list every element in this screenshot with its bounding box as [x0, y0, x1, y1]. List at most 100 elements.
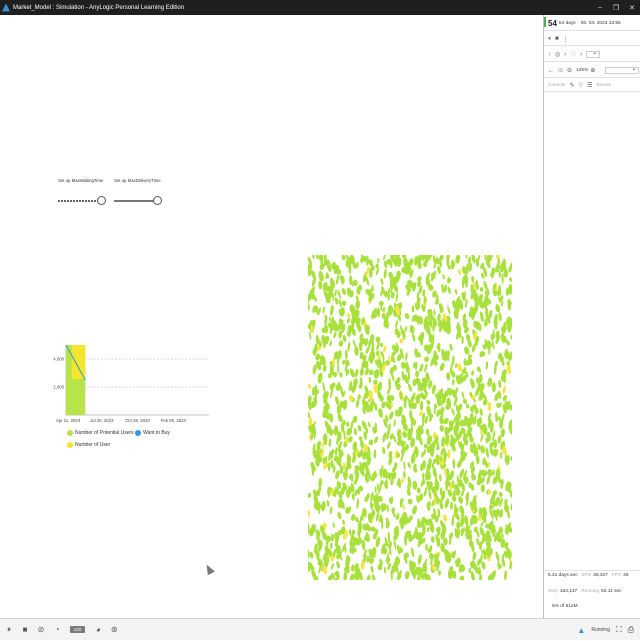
potential-user-agent [510, 334, 512, 341]
tab-events[interactable]: Events [596, 83, 611, 88]
potential-user-agent [341, 300, 347, 306]
run-until-icon[interactable]: ⊘ [34, 625, 48, 634]
slider-knob[interactable] [97, 196, 106, 205]
user-agent [308, 510, 311, 518]
potential-user-agent [393, 419, 396, 428]
potential-user-agent [338, 340, 344, 347]
potential-user-agent [504, 570, 507, 580]
potential-user-agent [481, 561, 486, 570]
user-agent [447, 449, 451, 459]
close-button[interactable]: ✕ [624, 4, 640, 12]
potential-user-agent [326, 500, 330, 507]
restore-button[interactable]: ❐ [608, 4, 624, 12]
potential-user-agent [381, 401, 386, 409]
potential-user-agent [378, 300, 384, 307]
filter-icon[interactable]: ⚲ [579, 82, 583, 89]
max-delivery-time-slider[interactable] [114, 196, 164, 206]
user-agent [308, 383, 312, 390]
performance-row: 5.21 days sec EPS 28,327 FPS 26 [544, 570, 640, 580]
potential-user-agent [419, 363, 424, 373]
pause-icon[interactable]: ⏸ [548, 36, 551, 43]
agent-selector[interactable] [586, 49, 601, 58]
chevron-right-icon[interactable]: › [564, 52, 566, 58]
potential-user-agent [384, 481, 388, 490]
zoom-out-icon[interactable]: ⊖ [567, 67, 572, 74]
grid-icon[interactable]: ⊞ [558, 67, 563, 74]
potential-user-agent [342, 399, 348, 411]
potential-user-agent [456, 521, 461, 529]
stop-icon[interactable]: ■ [18, 625, 32, 634]
potential-user-agent [465, 403, 470, 409]
potential-user-agent [311, 277, 317, 287]
potential-user-agent [337, 362, 340, 374]
screenshot-icon[interactable]: ⎙ [628, 625, 634, 635]
potential-user-agent [403, 461, 406, 471]
potential-user-agent [415, 302, 421, 311]
potential-user-agent [367, 421, 371, 428]
potential-user-agent [444, 498, 450, 509]
potential-user-agent [343, 571, 348, 580]
eps-label: EPS [581, 573, 592, 578]
info-icon[interactable]: ⓘ [570, 50, 576, 59]
stop-icon[interactable]: ■ [555, 36, 559, 42]
potential-user-agent [375, 336, 381, 343]
potential-user-agent [433, 263, 437, 269]
fullscreen-icon[interactable]: ⛶ [616, 625, 622, 635]
potential-user-agent [380, 277, 384, 286]
potential-user-agent [495, 551, 500, 562]
potential-user-agent [415, 370, 420, 378]
user-agent [487, 401, 492, 411]
potential-user-agent [402, 431, 407, 438]
up-arrow-icon[interactable]: ↑ [548, 52, 551, 58]
potential-user-agent [335, 447, 338, 457]
potential-user-agent [422, 289, 426, 297]
potential-user-agent [438, 302, 444, 313]
potential-user-agent [308, 549, 310, 559]
potential-user-agent [395, 513, 400, 521]
potential-user-agent [375, 267, 380, 276]
potential-user-agent [337, 512, 342, 520]
potential-user-agent [348, 436, 353, 443]
speed-indicator[interactable]: x20 [70, 626, 86, 633]
zoom-dropdown[interactable] [605, 65, 640, 74]
back-arrow-icon[interactable]: ← [548, 68, 554, 74]
step-label: Step [548, 588, 558, 594]
series-area-number-of-user [71, 345, 86, 379]
potential-user-agent [381, 503, 385, 513]
max-waiting-time-slider[interactable] [58, 196, 106, 206]
slider-knob[interactable] [153, 196, 162, 205]
tab-console[interactable]: Console [548, 83, 566, 88]
potential-user-agent [492, 469, 496, 476]
potential-user-agent [357, 425, 362, 432]
minimize-button[interactable]: – [592, 4, 608, 11]
pause-icon[interactable]: ⏸ [2, 625, 16, 635]
max-waiting-time-label: Set up MaxWaitingTime [58, 178, 104, 183]
potential-user-agent [308, 492, 312, 498]
potential-user-agent [399, 517, 404, 526]
potential-user-agent [368, 376, 372, 383]
potential-user-agent [478, 574, 483, 580]
list-icon[interactable]: ☰ [587, 82, 592, 89]
fps-value: 26 [623, 573, 629, 578]
simulation-canvas: Set up MaxWaitingTime Set up MaxDelivery… [0, 15, 543, 618]
target-icon[interactable]: ◎ [555, 51, 560, 58]
navigation-row: ↑ ◎ › ⓘ › [544, 48, 640, 62]
slow-down-icon[interactable]: ◔ [50, 625, 64, 634]
user-agent [506, 363, 512, 375]
potential-user-agent [329, 506, 333, 514]
potential-user-agent [322, 381, 326, 393]
pencil-icon[interactable]: ✎ [570, 82, 575, 89]
legend-label: Want to Buy [143, 430, 171, 436]
potential-user-agent [386, 504, 389, 513]
potential-user-agent [491, 382, 496, 393]
virtual-time-icon[interactable]: ⊛ [107, 625, 121, 634]
speed-up-icon[interactable]: ◕ [91, 625, 105, 634]
potential-user-agent [328, 438, 332, 448]
potential-user-agent [501, 273, 504, 284]
chevron-right-icon[interactable]: › [580, 52, 582, 58]
step-row: Step 164,137 Running 53.11 sec [544, 586, 640, 596]
zoom-in-icon[interactable]: ⊕ [590, 67, 595, 74]
potential-user-agent [332, 522, 335, 528]
more-icon[interactable]: ⋮ [563, 36, 569, 43]
potential-user-agent [388, 455, 393, 466]
